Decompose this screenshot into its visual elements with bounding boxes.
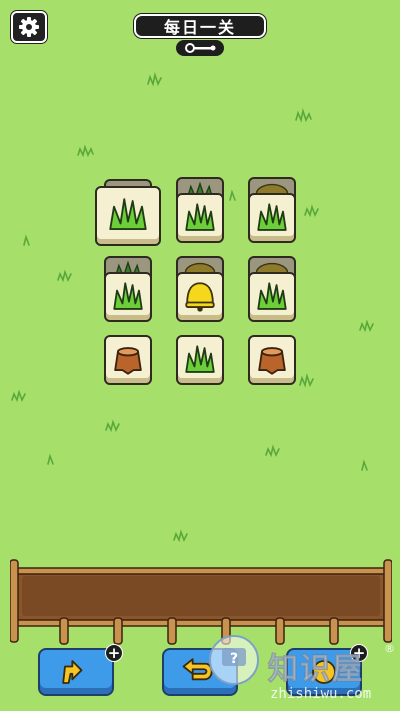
- grass-icon: [185, 203, 215, 231]
- gear-icon: [19, 17, 39, 37]
- grass-icon: [113, 282, 143, 310]
- grass-icon: [257, 203, 287, 231]
- shuffle-icon: [62, 660, 83, 684]
- bell-icon: [185, 282, 215, 312]
- watermark: ? 知识屋 ® zhishiwu.com: [208, 630, 400, 711]
- settings-button[interactable]: [11, 11, 47, 43]
- svg-text:?: ?: [230, 651, 238, 667]
- tile-bell[interactable]: [176, 272, 224, 322]
- watermark-url: zhishiwu.com: [270, 686, 372, 702]
- level-title: 每日一关: [134, 14, 266, 38]
- key-badge: [176, 40, 224, 56]
- watermark-text: 知识屋: [268, 652, 364, 688]
- tile-grass[interactable]: [104, 272, 152, 322]
- grass-icon: [109, 198, 147, 230]
- tile-stump[interactable]: [104, 335, 152, 385]
- grass-icon: [185, 345, 215, 373]
- tile-grass[interactable]: [248, 193, 296, 243]
- tile-grass[interactable]: [176, 335, 224, 385]
- tile-grass[interactable]: [176, 193, 224, 243]
- tile-grass[interactable]: [248, 272, 296, 322]
- tile-stump[interactable]: [248, 335, 296, 385]
- add-shuffle-button[interactable]: +: [105, 644, 123, 662]
- stump-icon: [258, 347, 286, 375]
- tile-grass[interactable]: [95, 186, 161, 246]
- shuffle-button[interactable]: [38, 648, 114, 696]
- stump-icon: [114, 347, 142, 375]
- key-icon: [185, 43, 216, 53]
- grass-icon: [257, 282, 287, 310]
- watermark-registered: ®: [384, 642, 395, 655]
